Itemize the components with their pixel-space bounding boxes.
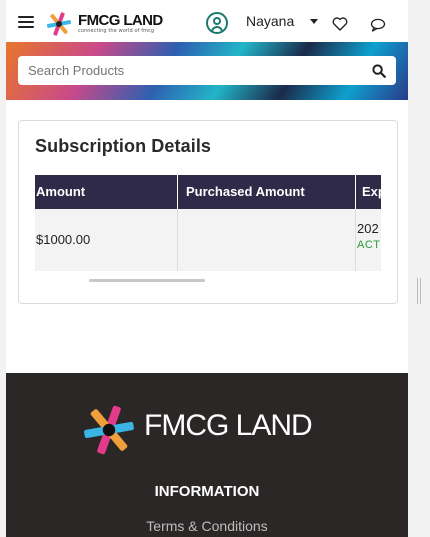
subscription-title: Subscription Details xyxy=(35,136,212,156)
chat-icon[interactable] xyxy=(370,18,386,32)
cell-expiry: 202 ACTI xyxy=(356,209,381,271)
search-bar[interactable] xyxy=(18,56,396,85)
expiry-date: 202 xyxy=(357,221,379,236)
subscription-table[interactable]: Amount Purchased Amount Exp... $1000.00 … xyxy=(35,175,381,271)
hero-banner xyxy=(6,42,408,100)
cell-amount: $1000.00 xyxy=(35,209,178,271)
vertical-scrollbar[interactable] xyxy=(417,278,421,304)
subscription-card: Subscription Details Amount Purchased Am… xyxy=(18,120,398,304)
search-input[interactable] xyxy=(28,63,358,78)
cell-purchased-amount xyxy=(178,209,356,271)
status-badge: ACTI xyxy=(357,239,381,251)
footer-brand-name: FMCG LAND xyxy=(144,409,313,442)
page: FMCG LAND connecting the world of fmcg N… xyxy=(6,0,408,537)
heart-icon[interactable] xyxy=(332,17,348,31)
brand-name[interactable]: FMCG LAND xyxy=(78,12,163,29)
column-header-amount: Amount xyxy=(35,175,178,209)
terms-link[interactable]: Terms & Conditions xyxy=(6,518,408,534)
footer-heading: INFORMATION xyxy=(154,483,260,500)
column-header-purchased-amount: Purchased Amount xyxy=(178,175,356,209)
user-name[interactable]: Nayana xyxy=(246,13,294,29)
table-header: Amount Purchased Amount Exp... xyxy=(35,175,381,209)
horizontal-scrollbar[interactable] xyxy=(89,279,205,282)
chevron-down-icon[interactable] xyxy=(310,19,318,24)
user-icon[interactable] xyxy=(206,12,228,34)
menu-icon[interactable] xyxy=(18,16,34,28)
brand-logo-mark[interactable] xyxy=(46,11,72,37)
top-header: FMCG LAND connecting the world of fmcg N… xyxy=(6,0,408,42)
footer-logo-mark xyxy=(84,405,134,455)
brand-tagline: connecting the world of fmcg xyxy=(78,28,155,34)
search-icon[interactable] xyxy=(372,64,386,78)
table-row: $1000.00 202 ACTI xyxy=(35,209,381,271)
footer: FMCG LAND INFORMATION Terms & Conditions xyxy=(6,373,408,537)
column-header-expiry: Exp... xyxy=(362,184,381,199)
